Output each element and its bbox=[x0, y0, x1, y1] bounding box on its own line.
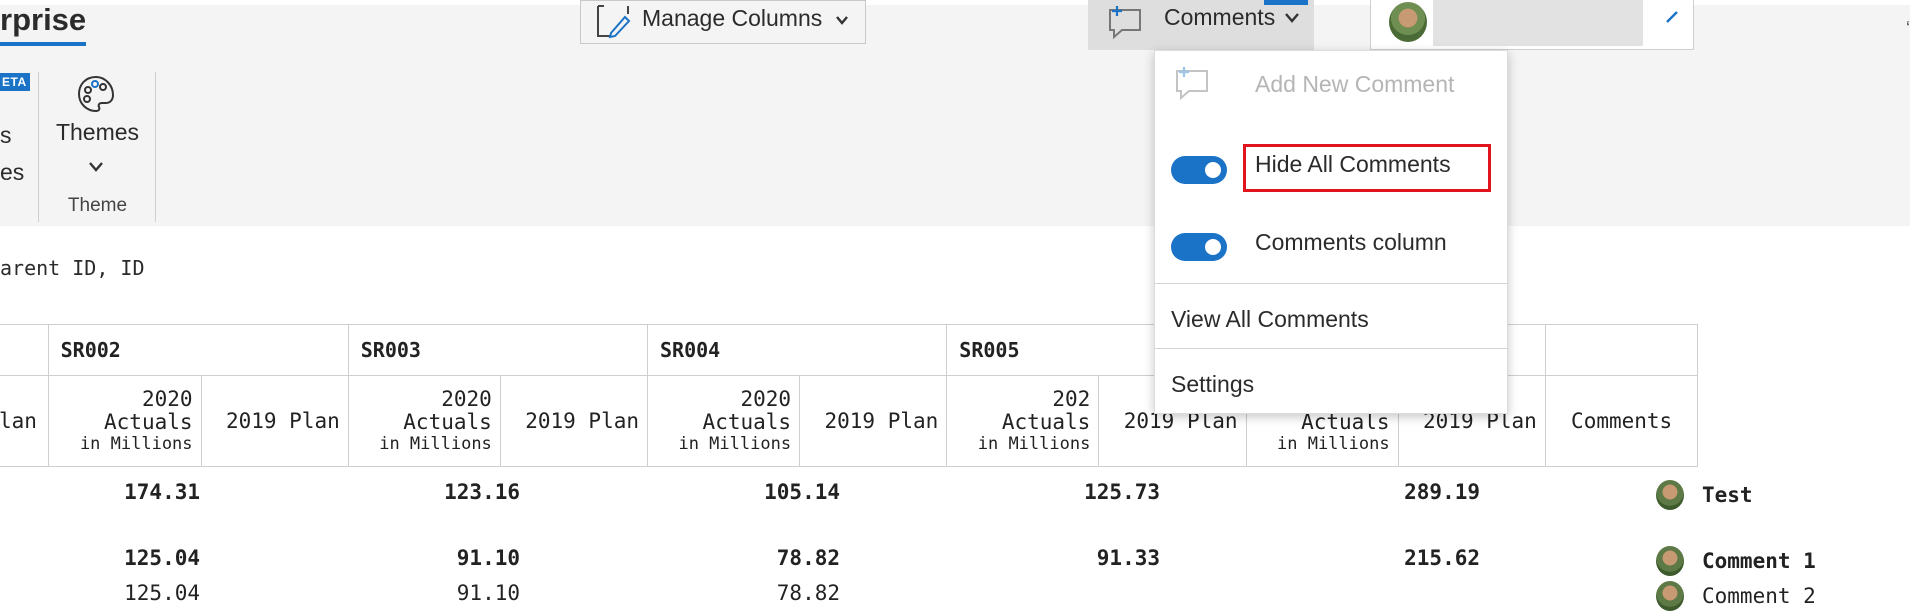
ribbon-cut-label-2[interactable]: es bbox=[0, 159, 24, 186]
group-header-comments bbox=[1544, 324, 1699, 376]
column-header-plan[interactable]: 2019 Plan bbox=[499, 375, 649, 467]
actuals-unit: in Millions bbox=[1277, 434, 1390, 454]
column-header-plan[interactable]: 2019 Plan bbox=[200, 375, 349, 467]
comment-entry[interactable]: Comment 2 bbox=[1656, 581, 1816, 611]
actuals-year: 2020 bbox=[740, 387, 792, 411]
cell-value[interactable]: 125.04 bbox=[50, 546, 200, 570]
actuals-label: Actuals bbox=[403, 410, 492, 434]
cell-value[interactable]: 215.62 bbox=[1330, 546, 1480, 570]
actuals-label: Actuals bbox=[1001, 410, 1091, 434]
user-name-redacted bbox=[1433, 0, 1643, 46]
actuals-year: 202 bbox=[1052, 387, 1091, 411]
view-all-comments-label: View All Comments bbox=[1171, 306, 1369, 332]
cell-value[interactable]: 125.73 bbox=[1010, 480, 1160, 504]
manage-columns-button[interactable]: Manage Columns bbox=[580, 0, 866, 44]
comment-add-icon bbox=[1109, 6, 1141, 40]
comments-column-label: Comments column bbox=[1255, 229, 1447, 255]
app-title[interactable]: rprise bbox=[0, 2, 87, 46]
actuals-unit: in Millions bbox=[379, 434, 492, 454]
overflow-mark: ‘ bbox=[1906, 18, 1910, 38]
menu-item-add-new-comment[interactable]: Add New Comment bbox=[1155, 51, 1509, 131]
hide-all-comments-toggle[interactable] bbox=[1171, 156, 1227, 184]
manage-columns-icon bbox=[597, 5, 631, 39]
comment-entry[interactable]: Comment 1 bbox=[1656, 546, 1816, 576]
cell-value[interactable]: 105.14 bbox=[690, 480, 840, 504]
cell-value[interactable]: 91.10 bbox=[370, 581, 520, 605]
themes-button-label: Themes bbox=[55, 119, 140, 145]
ribbon-separator bbox=[155, 72, 156, 222]
menu-item-view-all-comments[interactable]: View All Comments bbox=[1155, 284, 1509, 348]
active-indicator bbox=[1264, 0, 1308, 5]
highlight-box bbox=[1243, 144, 1491, 192]
settings-label: Settings bbox=[1171, 371, 1255, 397]
avatar bbox=[1656, 581, 1684, 611]
actuals-unit: in Millions bbox=[79, 434, 193, 454]
themes-group[interactable]: Themes Theme bbox=[40, 72, 155, 222]
column-header-actuals[interactable]: 2020 Actuals in Millions bbox=[47, 375, 202, 467]
column-header-plan[interactable]: lan bbox=[0, 375, 49, 467]
avatar bbox=[1656, 480, 1684, 510]
actuals-unit: in Millions bbox=[678, 434, 792, 454]
chevron-down-icon bbox=[836, 16, 848, 25]
ribbon-cut-label-1[interactable]: s bbox=[0, 122, 12, 149]
chevron-down-icon bbox=[89, 162, 103, 172]
comments-button-label: Comments bbox=[1164, 4, 1276, 30]
cell-value[interactable]: 91.10 bbox=[370, 546, 520, 570]
comment-entry[interactable]: Test bbox=[1656, 480, 1753, 510]
menu-item-comments-column[interactable]: Comments column bbox=[1155, 211, 1509, 291]
column-header-comments[interactable]: Comments bbox=[1544, 375, 1699, 467]
comment-text: Comment 1 bbox=[1702, 549, 1816, 573]
actuals-unit: in Millions bbox=[977, 434, 1091, 454]
cell-value[interactable]: 78.82 bbox=[690, 581, 840, 605]
column-header-plan[interactable]: 2019 Plan bbox=[799, 375, 948, 467]
cell-value[interactable]: 91.33 bbox=[1010, 546, 1160, 570]
group-header-sr002[interactable]: SR002 bbox=[47, 324, 349, 376]
chevron-down-icon bbox=[1285, 13, 1299, 23]
comment-add-icon bbox=[1176, 67, 1208, 101]
comments-dropdown-menu: Add New Comment Hide All Comments Commen… bbox=[1154, 50, 1509, 414]
group-header-sr004[interactable]: SR004 bbox=[647, 324, 948, 376]
data-grid: SR002 SR003 SR004 SR005 lan 2020 Actuals i… bbox=[0, 324, 1908, 467]
user-profile[interactable] bbox=[1370, 0, 1694, 50]
cell-value[interactable]: 289.19 bbox=[1330, 480, 1480, 504]
add-new-comment-label: Add New Comment bbox=[1255, 71, 1455, 97]
group-header-sr003[interactable]: SR003 bbox=[347, 324, 649, 376]
column-header-actuals[interactable]: 202 Actuals in Millions bbox=[946, 375, 1100, 467]
avatar bbox=[1656, 546, 1684, 576]
avatar[interactable] bbox=[1389, 2, 1427, 42]
cell-value[interactable]: 78.82 bbox=[690, 546, 840, 570]
column-header-actuals[interactable]: 2020 Actuals in Millions bbox=[347, 375, 501, 467]
actuals-label: Actuals bbox=[702, 410, 792, 434]
group-header-cut bbox=[0, 324, 49, 376]
pencil-icon[interactable] bbox=[1665, 10, 1679, 24]
comment-text: Test bbox=[1702, 483, 1753, 507]
cell-value[interactable]: 174.31 bbox=[50, 480, 200, 504]
palette-icon bbox=[77, 75, 115, 113]
actuals-label: Actuals bbox=[104, 410, 193, 434]
ribbon-separator bbox=[38, 72, 39, 222]
cell-value[interactable]: 125.04 bbox=[50, 581, 200, 605]
beta-badge: ETA bbox=[0, 73, 30, 91]
comment-text: Comment 2 bbox=[1702, 584, 1816, 608]
menu-item-settings[interactable]: Settings bbox=[1155, 349, 1509, 413]
actuals-year: 2020 bbox=[141, 387, 193, 411]
comments-menu-button[interactable]: Comments bbox=[1088, 0, 1314, 50]
cell-value[interactable]: 123.16 bbox=[370, 480, 520, 504]
theme-group-label: Theme bbox=[67, 195, 128, 216]
column-header-actuals[interactable]: 2020 Actuals in Millions bbox=[647, 375, 801, 467]
manage-columns-label: Manage Columns bbox=[642, 5, 823, 31]
actuals-year: 2020 bbox=[441, 387, 492, 411]
comments-column-toggle[interactable] bbox=[1171, 233, 1227, 261]
grid-label-parent-id: arent ID, ID bbox=[0, 256, 145, 280]
